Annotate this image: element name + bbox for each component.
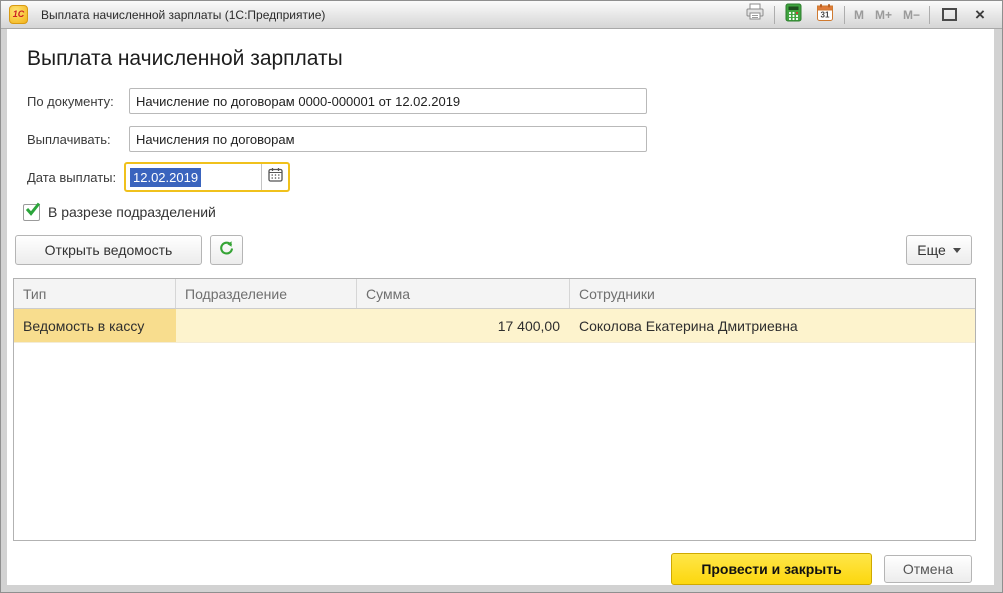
- departments-checkbox[interactable]: [23, 204, 40, 221]
- close-button[interactable]: ×: [968, 4, 992, 26]
- cell-department[interactable]: [176, 309, 357, 342]
- memory-recall-button[interactable]: M: [852, 8, 866, 22]
- page-title: Выплата начисленной зарплаты: [27, 47, 343, 71]
- app-window: 1С Выплата начисленной зарплаты (1С:Пред…: [0, 0, 1003, 593]
- date-selected-text: 12.02.2019: [130, 168, 201, 187]
- calculator-icon: [785, 3, 802, 27]
- cell-sum[interactable]: 17 400,00: [357, 309, 570, 342]
- column-header-type[interactable]: Тип: [14, 279, 176, 308]
- calendar-icon: [268, 167, 283, 187]
- titlebar-separator: [929, 6, 930, 24]
- date-row: Дата выплаты: 12.02.2019: [7, 162, 994, 192]
- departments-checkbox-label: В разрезе подразделений: [48, 204, 216, 220]
- refresh-button[interactable]: [210, 235, 243, 265]
- titlebar-controls: 31 M M+ M− ×: [743, 4, 1002, 26]
- titlebar-separator: [844, 6, 845, 24]
- printer-icon: [745, 3, 765, 26]
- open-sheet-button[interactable]: Открыть ведомость: [15, 235, 202, 265]
- column-header-sum[interactable]: Сумма: [357, 279, 570, 308]
- form-body: Выплата начисленной зарплаты По документ…: [7, 29, 994, 585]
- more-button[interactable]: Еще: [906, 235, 972, 265]
- title-bar: 1С Выплата начисленной зарплаты (1С:Пред…: [1, 1, 1002, 29]
- table-header-row: Тип Подразделение Сумма Сотрудники: [14, 279, 975, 309]
- footer-actions: Провести и закрыть Отмена: [7, 553, 994, 585]
- calendar-button-titlebar[interactable]: 31: [813, 4, 837, 26]
- refresh-icon: [218, 240, 235, 260]
- svg-text:31: 31: [821, 10, 830, 19]
- chevron-down-icon: [953, 248, 961, 253]
- print-button[interactable]: [743, 4, 767, 26]
- calendar-31-icon: 31: [816, 3, 834, 27]
- titlebar-separator: [774, 6, 775, 24]
- table-row[interactable]: Ведомость в кассу 17 400,00 Соколова Ека…: [14, 309, 975, 343]
- date-label: Дата выплаты:: [27, 170, 116, 185]
- cancel-button[interactable]: Отмена: [884, 555, 972, 583]
- checkmark-icon: [24, 201, 43, 218]
- column-header-employees[interactable]: Сотрудники: [570, 279, 975, 308]
- post-and-close-button[interactable]: Провести и закрыть: [671, 553, 872, 585]
- memory-plus-button[interactable]: M+: [873, 8, 894, 22]
- document-input[interactable]: [129, 88, 647, 114]
- calculator-button[interactable]: [782, 4, 806, 26]
- document-row: По документу:: [7, 88, 994, 114]
- document-label: По документу:: [27, 94, 114, 109]
- pay-label: Выплачивать:: [27, 132, 111, 147]
- departments-checkbox-row: В разрезе подразделений: [23, 202, 216, 222]
- pay-row: Выплачивать:: [7, 126, 994, 152]
- date-picker-button[interactable]: [261, 164, 288, 190]
- date-input[interactable]: 12.02.2019: [124, 162, 290, 192]
- payments-table: Тип Подразделение Сумма Сотрудники Ведом…: [13, 278, 976, 541]
- 1c-logo-icon: 1С: [9, 5, 28, 24]
- maximize-icon: [942, 8, 957, 21]
- cell-type[interactable]: Ведомость в кассу: [14, 309, 176, 342]
- maximize-button[interactable]: [937, 4, 961, 26]
- column-header-department[interactable]: Подразделение: [176, 279, 357, 308]
- pay-input[interactable]: [129, 126, 647, 152]
- memory-minus-button[interactable]: M−: [901, 8, 922, 22]
- more-button-label: Еще: [917, 242, 946, 258]
- cell-employees[interactable]: Соколова Екатерина Дмитриевна: [570, 309, 975, 342]
- close-icon: ×: [975, 6, 985, 23]
- window-title: Выплата начисленной зарплаты (1С:Предпри…: [41, 8, 325, 22]
